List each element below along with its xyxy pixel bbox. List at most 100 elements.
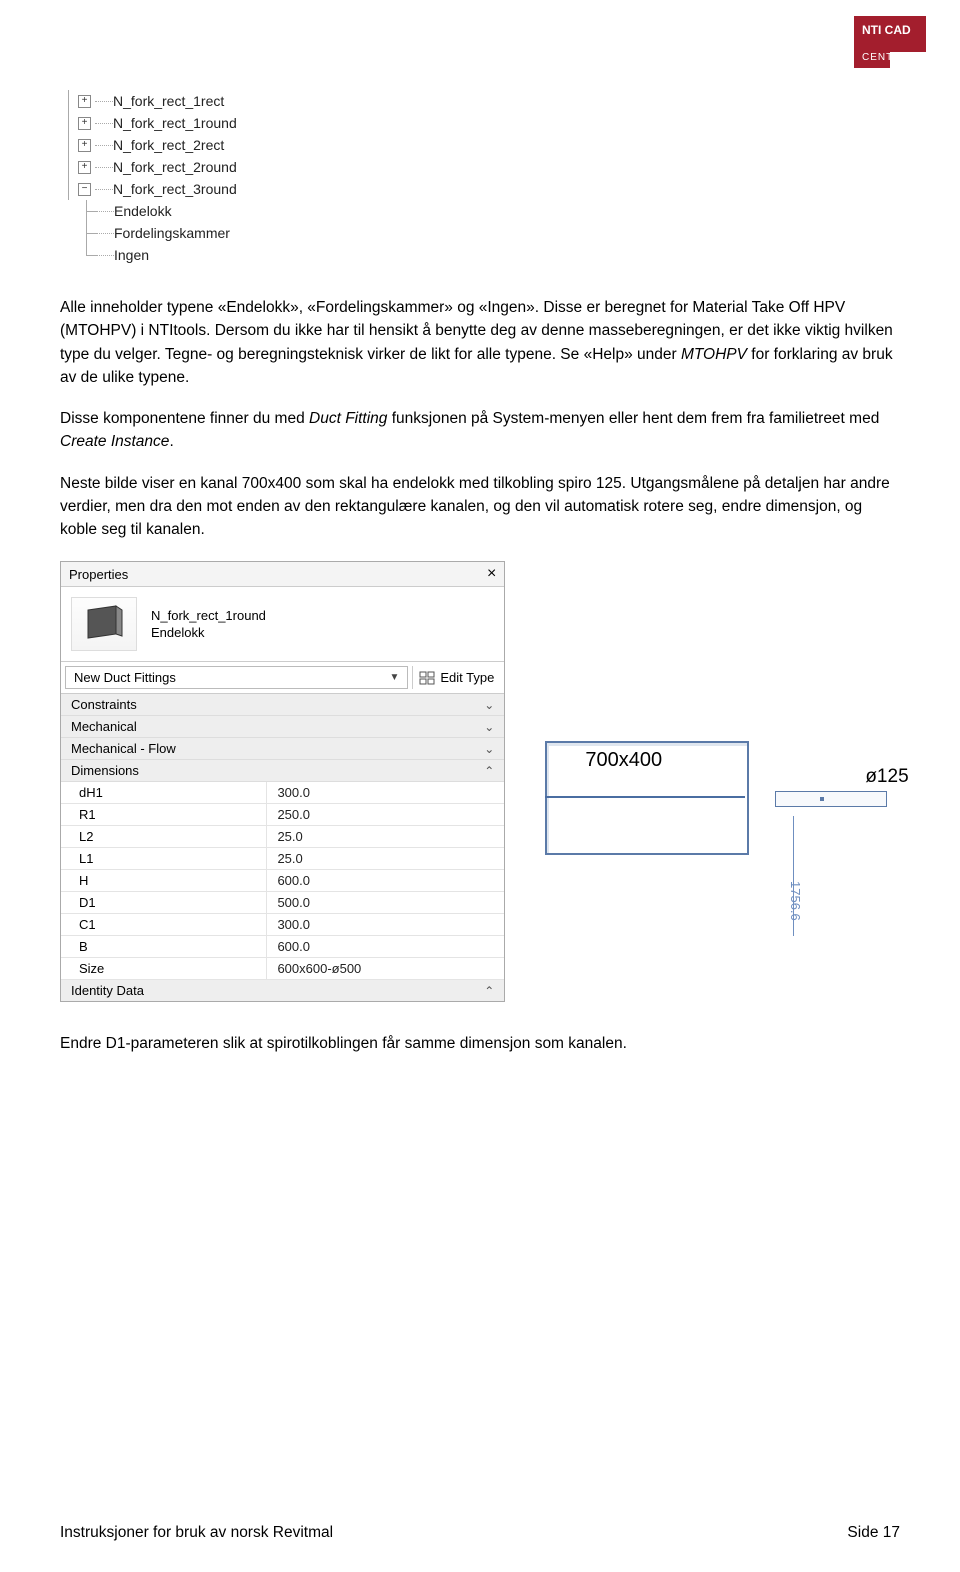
- param-value[interactable]: 25.0: [267, 848, 504, 869]
- group-constraints[interactable]: Constraints ⌄: [61, 694, 504, 716]
- tree-item[interactable]: + N_fork_rect_2round: [60, 156, 900, 178]
- plus-icon[interactable]: +: [78, 95, 91, 108]
- group-label: Dimensions: [71, 763, 139, 778]
- chevron-down-icon: ⌄: [484, 698, 494, 712]
- group-identity-data[interactable]: Identity Data ⌃: [61, 980, 504, 1001]
- properties-titlebar: Properties ×: [61, 562, 504, 587]
- group-label: Constraints: [71, 697, 137, 712]
- plus-icon[interactable]: +: [78, 117, 91, 130]
- param-name: H: [61, 870, 267, 891]
- tree-item-label: N_fork_rect_3round: [113, 178, 237, 200]
- tree-item-label: N_fork_rect_2round: [113, 156, 237, 178]
- tree-connector: [96, 222, 114, 244]
- tree-item[interactable]: Fordelingskammer: [60, 222, 900, 244]
- param-row-c1[interactable]: C1300.0: [61, 914, 504, 936]
- param-value[interactable]: 500.0: [267, 892, 504, 913]
- param-row-dh1[interactable]: dH1300.0: [61, 782, 504, 804]
- tree-item-label: Ingen: [114, 244, 149, 266]
- tree-connector: [95, 134, 113, 156]
- param-value[interactable]: 600.0: [267, 870, 504, 891]
- text-emphasis: Create Instance: [60, 433, 169, 450]
- text: .: [169, 433, 173, 450]
- param-row-b[interactable]: B600.0: [61, 936, 504, 958]
- duct-seam-line: [545, 796, 745, 798]
- param-value[interactable]: 250.0: [267, 804, 504, 825]
- properties-header[interactable]: N_fork_rect_1round Endelokk: [61, 587, 504, 662]
- param-value[interactable]: 25.0: [267, 826, 504, 847]
- edit-type-button[interactable]: Edit Type: [412, 666, 504, 689]
- family-type: Endelokk: [151, 624, 266, 642]
- chevron-down-icon: ▼: [389, 672, 399, 683]
- edit-type-label: Edit Type: [440, 670, 494, 685]
- param-row-h[interactable]: H600.0: [61, 870, 504, 892]
- tree-item-label: N_fork_rect_1rect: [113, 90, 224, 112]
- plus-icon[interactable]: +: [78, 139, 91, 152]
- family-tree-view: +N_fork_rect_1rect+N_fork_rect_1round+N_…: [60, 90, 900, 266]
- type-selector-row: New Duct Fittings ▼ Edit Type: [61, 662, 504, 694]
- group-mechanical[interactable]: Mechanical⌄: [61, 716, 504, 738]
- param-name: dH1: [61, 782, 267, 803]
- param-value[interactable]: 600x600-ø500: [267, 958, 504, 979]
- group-mechanical-flow[interactable]: Mechanical - Flow⌄: [61, 738, 504, 760]
- tree-item[interactable]: + N_fork_rect_1rect: [60, 90, 900, 112]
- tree-item[interactable]: + N_fork_rect_1round: [60, 112, 900, 134]
- param-name: B: [61, 936, 267, 957]
- svg-text:CENTER: CENTER: [862, 52, 909, 63]
- param-name: L1: [61, 848, 267, 869]
- svg-text:NTI CAD: NTI CAD: [862, 23, 911, 37]
- close-icon[interactable]: ×: [487, 565, 496, 583]
- param-row-l1[interactable]: L125.0: [61, 848, 504, 870]
- chevron-up-icon: ⌃: [484, 984, 494, 998]
- minus-icon[interactable]: −: [78, 183, 91, 196]
- family-name-block: N_fork_rect_1round Endelokk: [151, 607, 266, 642]
- chevron-down-icon: ⌄: [484, 742, 494, 756]
- tree-item-label: N_fork_rect_1round: [113, 112, 237, 134]
- duct-diagram: 700x400 ø125 1756.6: [545, 711, 900, 951]
- family-name: N_fork_rect_1round: [151, 607, 266, 625]
- tree-connector: [96, 200, 114, 222]
- panel-diagram-row: Properties × N_fork_rect_1round Endelokk: [60, 561, 900, 1002]
- tree-item[interactable]: Endelokk: [60, 200, 900, 222]
- tree-item[interactable]: +N_fork_rect_2rect: [60, 134, 900, 156]
- document-page: NTI CAD CENTER +N_fork_rect_1rect+N_fork…: [0, 0, 960, 1572]
- text: Disse komponentene finner du med: [60, 410, 309, 427]
- tree-item[interactable]: Ingen: [60, 244, 900, 266]
- properties-title: Properties: [69, 567, 128, 582]
- param-value[interactable]: 600.0: [267, 936, 504, 957]
- tree-connector: [95, 90, 113, 112]
- tree-connector: [95, 112, 113, 134]
- chevron-up-icon: ⌃: [484, 764, 494, 778]
- param-row-r1[interactable]: R1250.0: [61, 804, 504, 826]
- footer-left: Instruksjoner for bruk av norsk Revitmal: [60, 1524, 333, 1542]
- plus-icon[interactable]: +: [78, 161, 91, 174]
- param-row-size[interactable]: Size600x600-ø500: [61, 958, 504, 980]
- group-dimensions[interactable]: Dimensions ⌃: [61, 760, 504, 782]
- text: Endre D1-parameteren slik at spirotilkob…: [60, 1035, 627, 1052]
- family-thumbnail: [71, 597, 137, 651]
- tree-item-label: Endelokk: [114, 200, 172, 222]
- duct-size-label: 700x400: [585, 749, 662, 772]
- edit-type-icon: [419, 671, 435, 685]
- param-name: L2: [61, 826, 267, 847]
- dimension-value: 1756.6: [788, 881, 803, 921]
- param-row-l2[interactable]: L225.0: [61, 826, 504, 848]
- spiro-diameter-label: ø125: [865, 766, 908, 788]
- spiro-shape: [775, 791, 887, 807]
- nti-cad-center-logo: NTI CAD CENTER: [850, 12, 930, 72]
- tree-connector: [96, 244, 114, 266]
- type-selector-dropdown[interactable]: New Duct Fittings ▼: [65, 666, 408, 689]
- param-value[interactable]: 300.0: [267, 914, 504, 935]
- group-label: Identity Data: [71, 983, 144, 998]
- group-label: Mechanical: [71, 719, 137, 734]
- text: funksjonen på System-menyen eller hent d…: [387, 410, 879, 427]
- param-name: D1: [61, 892, 267, 913]
- tree-item[interactable]: − N_fork_rect_3round: [60, 178, 900, 200]
- tree-connector: [95, 178, 113, 200]
- param-name: R1: [61, 804, 267, 825]
- properties-panel: Properties × N_fork_rect_1round Endelokk: [60, 561, 505, 1002]
- param-row-d1[interactable]: D1500.0: [61, 892, 504, 914]
- paragraph-3: Neste bilde viser en kanal 700x400 som s…: [60, 472, 900, 542]
- selector-value: New Duct Fittings: [74, 670, 176, 685]
- param-name: Size: [61, 958, 267, 979]
- param-value[interactable]: 300.0: [267, 782, 504, 803]
